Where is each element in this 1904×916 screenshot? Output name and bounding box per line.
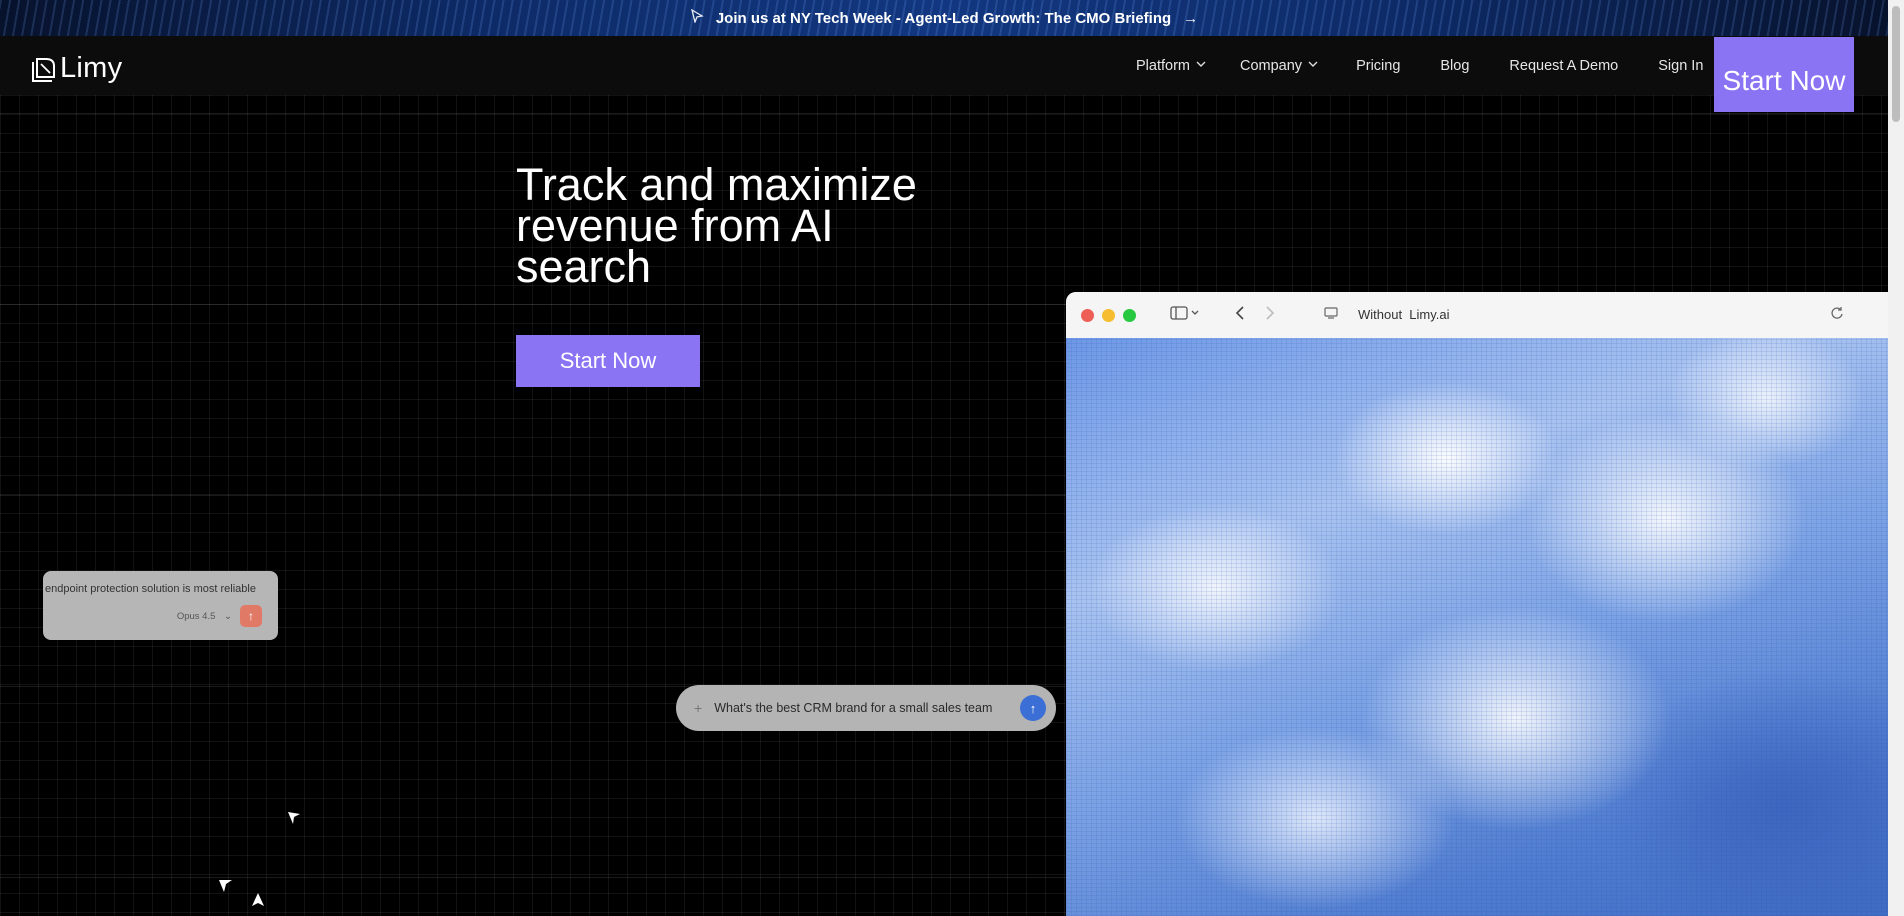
start-now-hero-button[interactable]: Start Now bbox=[516, 335, 700, 387]
logo[interactable]: Limy bbox=[30, 52, 122, 85]
nav-item-label: Pricing bbox=[1356, 58, 1401, 74]
nav-item-request-demo[interactable]: Request A Demo bbox=[1509, 58, 1618, 74]
hero-title: Track and maximize revenue from AI searc… bbox=[516, 159, 917, 292]
chevron-down-icon bbox=[1196, 59, 1206, 71]
nav-item-sign-in[interactable]: Sign In bbox=[1658, 58, 1703, 74]
prompt-input-pill[interactable]: + What's the best CRM brand for a small … bbox=[676, 685, 1056, 731]
logo-text: Limy bbox=[60, 52, 123, 84]
nav-item-label: Request A Demo bbox=[1509, 58, 1619, 74]
cloud-sky-image bbox=[1066, 338, 1888, 916]
image-texture bbox=[1066, 338, 1888, 916]
browser-toolbar: Without Limy.ai bbox=[1066, 292, 1888, 339]
send-arrow-icon[interactable]: ↑ bbox=[1020, 695, 1046, 721]
nav-item-label: Sign In bbox=[1658, 58, 1704, 74]
chevron-down-icon bbox=[1308, 59, 1318, 71]
cursor-arrow-icon bbox=[690, 8, 704, 27]
cursor-arrow-icon bbox=[252, 893, 264, 906]
arrow-right-icon: → bbox=[1183, 9, 1199, 27]
nav-item-label: Blog bbox=[1440, 58, 1470, 74]
nav-item-platform[interactable]: Platform bbox=[1136, 58, 1206, 74]
chat-prompt-card: endpoint protection solution is most rel… bbox=[43, 571, 278, 640]
scrollbar-thumb[interactable] bbox=[1892, 6, 1900, 122]
nav-item-label: Platform bbox=[1136, 58, 1190, 74]
close-window-dot[interactable] bbox=[1081, 309, 1094, 322]
nav-item-pricing[interactable]: Pricing bbox=[1356, 58, 1400, 74]
maximize-window-dot[interactable] bbox=[1123, 309, 1136, 322]
minimize-window-dot[interactable] bbox=[1102, 309, 1115, 322]
page-icon bbox=[1324, 306, 1338, 325]
plus-icon[interactable]: + bbox=[694, 700, 702, 716]
announcement-banner[interactable]: Join us at NY Tech Week - Agent-Led Grow… bbox=[0, 0, 1888, 36]
start-now-nav-button[interactable]: Start Now bbox=[1714, 37, 1854, 112]
page-scrollbar[interactable] bbox=[1888, 0, 1904, 916]
sidebar-toggle-icon[interactable] bbox=[1170, 305, 1200, 326]
limy-logo-icon bbox=[30, 56, 55, 82]
browser-mockup-window: Without Limy.ai bbox=[1066, 292, 1888, 916]
send-arrow-icon[interactable]: ↑ bbox=[240, 605, 262, 627]
chevron-down-icon: ⌄ bbox=[224, 610, 232, 622]
nav-item-blog[interactable]: Blog bbox=[1440, 58, 1469, 74]
nav-item-company[interactable]: Company bbox=[1240, 58, 1318, 74]
model-label: Opus 4.5 bbox=[176, 610, 216, 622]
nav-item-label: Company bbox=[1240, 58, 1303, 74]
reload-icon[interactable] bbox=[1830, 306, 1844, 325]
prompt-text: What's the best CRM brand for a small sa… bbox=[714, 701, 993, 715]
cursor-arrow-icon bbox=[219, 880, 232, 892]
chat-card-text: endpoint protection solution is most rel… bbox=[45, 583, 256, 595]
back-arrow-icon[interactable] bbox=[1234, 305, 1246, 326]
nav-links: Platform Company Pricing Blog Request A … bbox=[1136, 56, 1703, 76]
browser-url[interactable]: Without Limy.ai bbox=[1358, 307, 1450, 322]
cursor-arrow-icon bbox=[288, 812, 300, 824]
forward-arrow-icon[interactable] bbox=[1264, 305, 1276, 326]
banner-text[interactable]: Join us at NY Tech Week - Agent-Led Grow… bbox=[716, 10, 1171, 27]
model-selector[interactable]: Opus 4.5 ⌄ bbox=[177, 611, 232, 622]
